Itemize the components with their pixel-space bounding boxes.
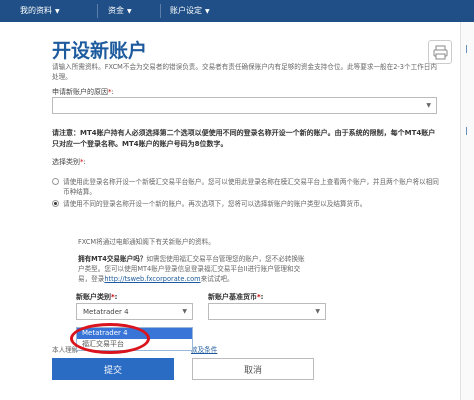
reason-label-text: 申请新账户的原因 bbox=[52, 88, 108, 96]
mt4-question: 拥有MT4交易账户吗？如需您使用福汇交易平台管理您的账户，您不必转换账户类型。您… bbox=[78, 254, 310, 284]
radio-new-login[interactable] bbox=[52, 200, 59, 207]
print-button[interactable] bbox=[428, 40, 452, 64]
red-highlight-circle bbox=[70, 323, 150, 354]
nav-item-my-profile[interactable]: 我的资料 ▼ bbox=[20, 5, 60, 16]
nav-divider bbox=[160, 4, 161, 18]
reason-select[interactable]: ▼ bbox=[52, 97, 437, 114]
sidebar-marker: | bbox=[465, 126, 468, 135]
currency-label-text: 新账户基准货币 bbox=[208, 293, 257, 301]
nav-divider bbox=[97, 4, 98, 18]
label-colon: : bbox=[83, 158, 86, 166]
email-note: FXCM将通过电邮通知阁下有关新账户的资料。 bbox=[78, 238, 215, 246]
account-type-label: 新账户类别*: bbox=[76, 292, 117, 302]
nav-item-account-settings[interactable]: 账户设定 ▼ bbox=[170, 5, 210, 16]
option-same-login-text: 请使用此登录名称开设一个新模汇交易平台账户。您可以使用此登录名称在模汇交易平台上… bbox=[63, 178, 439, 196]
option-new-login-text: 请使用不同的登录名称开设一个新的账户。再次选项下，您将可以选择新账户的账户类型以… bbox=[63, 200, 367, 208]
options-label: 选择类别*: bbox=[52, 157, 86, 167]
nav-item-funds[interactable]: 资金 ▼ bbox=[108, 5, 132, 16]
nav-item-label: 资金 bbox=[108, 6, 124, 15]
account-type-label-text: 新账户类别 bbox=[76, 293, 111, 301]
chevron-down-icon: ▼ bbox=[205, 8, 210, 15]
right-sidebar-edge: | | bbox=[460, 22, 474, 400]
chevron-down-icon: ▼ bbox=[426, 102, 431, 109]
chevron-down-icon: ▼ bbox=[55, 8, 60, 15]
intro-text: 请输入所需资料。FXCM不会为交易者的错误负责。交易者有责任确保账户内有足够的资… bbox=[52, 63, 437, 81]
chevron-down-icon: ▼ bbox=[127, 8, 132, 15]
tsweb-link[interactable]: http://tsweb.fxcorporate.com bbox=[104, 275, 200, 283]
currency-label: 新账户基准货币*: bbox=[208, 292, 263, 302]
printer-icon bbox=[433, 45, 448, 60]
cancel-button[interactable]: 取消 bbox=[192, 358, 314, 380]
options-label-text: 选择类别 bbox=[52, 158, 80, 166]
nav-item-label: 账户设定 bbox=[170, 6, 202, 15]
currency-select[interactable]: ▼ bbox=[208, 303, 326, 320]
mt4-question-bold: 拥有MT4交易账户吗？ bbox=[78, 255, 147, 263]
label-colon: : bbox=[260, 293, 264, 301]
account-type-select[interactable]: Metatrader 4 ▼ bbox=[76, 303, 193, 320]
mt4-question-tail: 来试试吧。 bbox=[200, 275, 234, 283]
chevron-down-icon: ▼ bbox=[315, 308, 320, 315]
page-title: 开设新账户 bbox=[52, 40, 148, 62]
account-type-value: Metatrader 4 bbox=[83, 308, 129, 316]
submit-button[interactable]: 提交 bbox=[52, 358, 174, 380]
nav-item-label: 我的资料 bbox=[20, 6, 52, 15]
label-colon: : bbox=[111, 88, 114, 96]
terms-link[interactable]: 款及条件 bbox=[191, 344, 217, 354]
chevron-down-icon: ▼ bbox=[182, 308, 187, 315]
label-colon: : bbox=[114, 293, 118, 301]
reason-label: 申请新账户的原因*: bbox=[52, 87, 114, 97]
sidebar-marker: | bbox=[465, 44, 468, 53]
radio-same-login[interactable] bbox=[52, 178, 59, 185]
top-nav-bar: 我的资料 ▼ 资金 ▼ 账户设定 ▼ bbox=[0, 0, 474, 22]
mt4-notice: 请注意：MT4账户持有人必须选择第二个选项以便使用不同的登录名称开设一个新的账户… bbox=[52, 129, 436, 148]
